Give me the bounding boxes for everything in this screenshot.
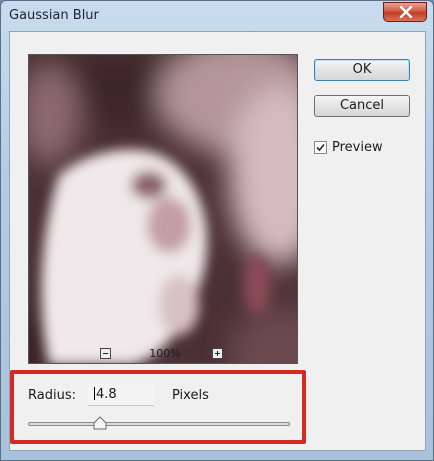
preview-label: Preview (332, 140, 383, 155)
zoom-out-button[interactable] (100, 348, 111, 359)
radius-value: 4.8 (96, 387, 117, 402)
text-cursor (94, 387, 95, 400)
preview-checkbox[interactable] (314, 141, 327, 154)
gaussian-blur-dialog: Gaussian Blur 100% OK Cancel Preview Rad… (0, 0, 434, 461)
radius-input[interactable]: 4.8 (88, 384, 154, 406)
title-bar[interactable]: Gaussian Blur (1, 1, 433, 31)
zoom-level: 100% (149, 347, 181, 360)
dialog-title: Gaussian Blur (9, 8, 99, 23)
dialog-content: 100% OK Cancel Preview Radius: 4.8 Pixel… (9, 31, 426, 451)
checkmark-icon (316, 143, 325, 152)
close-button[interactable] (383, 2, 427, 22)
radius-unit: Pixels (172, 388, 209, 403)
minus-icon (103, 353, 108, 354)
slider-thumb-icon[interactable] (93, 416, 107, 430)
cancel-button[interactable]: Cancel (314, 95, 410, 117)
ok-button[interactable]: OK (314, 59, 410, 81)
preview-image[interactable] (28, 54, 298, 364)
close-icon (399, 6, 413, 18)
radius-slider-track[interactable] (28, 422, 290, 426)
zoom-controls: 100% (100, 347, 230, 364)
zoom-in-button[interactable] (212, 348, 223, 359)
radius-highlight-box: Radius: 4.8 Pixels (10, 370, 306, 444)
radius-label: Radius: (28, 388, 76, 403)
